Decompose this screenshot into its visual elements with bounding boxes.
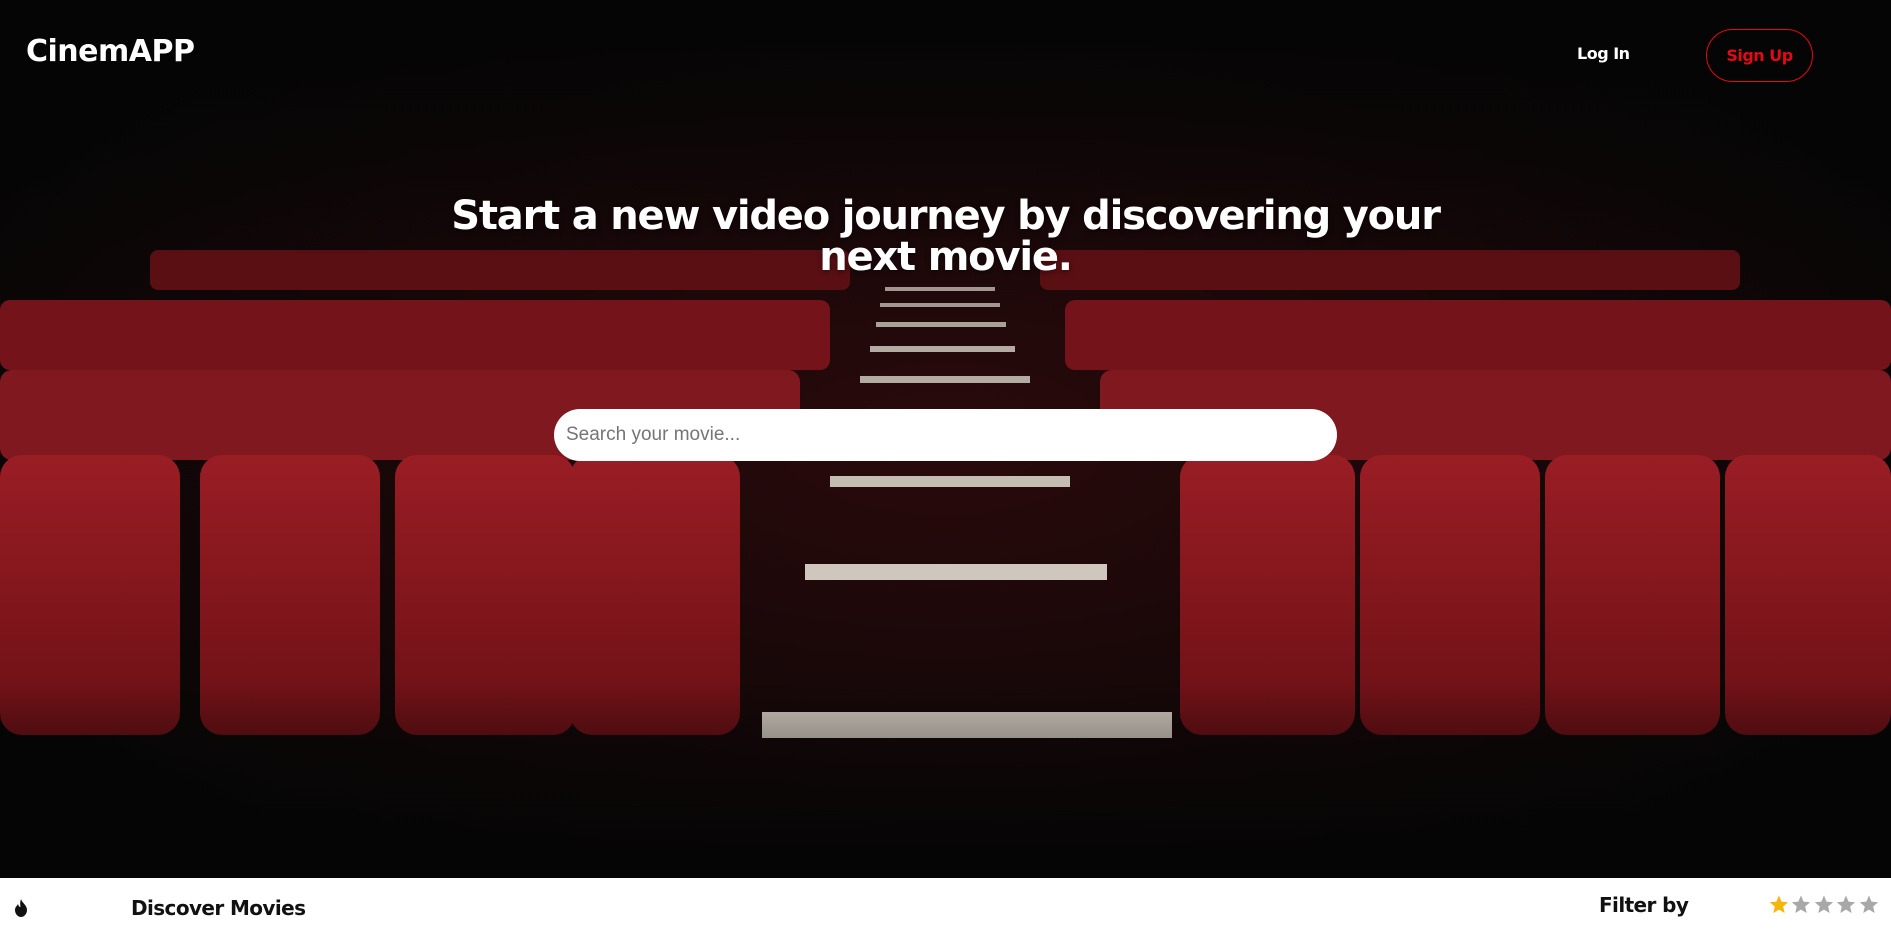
star-icon[interactable]	[1813, 894, 1835, 916]
star-icon[interactable]	[1835, 894, 1857, 916]
hero-section: CinemAPP Log In Sign Up Start a new vide…	[0, 0, 1891, 878]
movie-search-input[interactable]	[554, 409, 1337, 461]
hero-headline: Start a new video journey by discovering…	[451, 193, 1441, 280]
app-logo[interactable]: CinemAPP	[26, 34, 195, 69]
star-icon[interactable]	[1858, 894, 1880, 916]
star-icon[interactable]	[1790, 894, 1812, 916]
flame-icon	[15, 899, 27, 917]
login-link[interactable]: Log In	[1577, 44, 1630, 63]
signup-button[interactable]: Sign Up	[1706, 29, 1813, 82]
top-navbar: CinemAPP Log In Sign Up	[0, 0, 1891, 110]
filter-by-label: Filter by	[1599, 893, 1689, 917]
star-icon[interactable]	[1768, 894, 1790, 916]
discover-movies-title[interactable]: Discover Movies	[131, 896, 306, 920]
rating-filter[interactable]	[1768, 894, 1880, 918]
